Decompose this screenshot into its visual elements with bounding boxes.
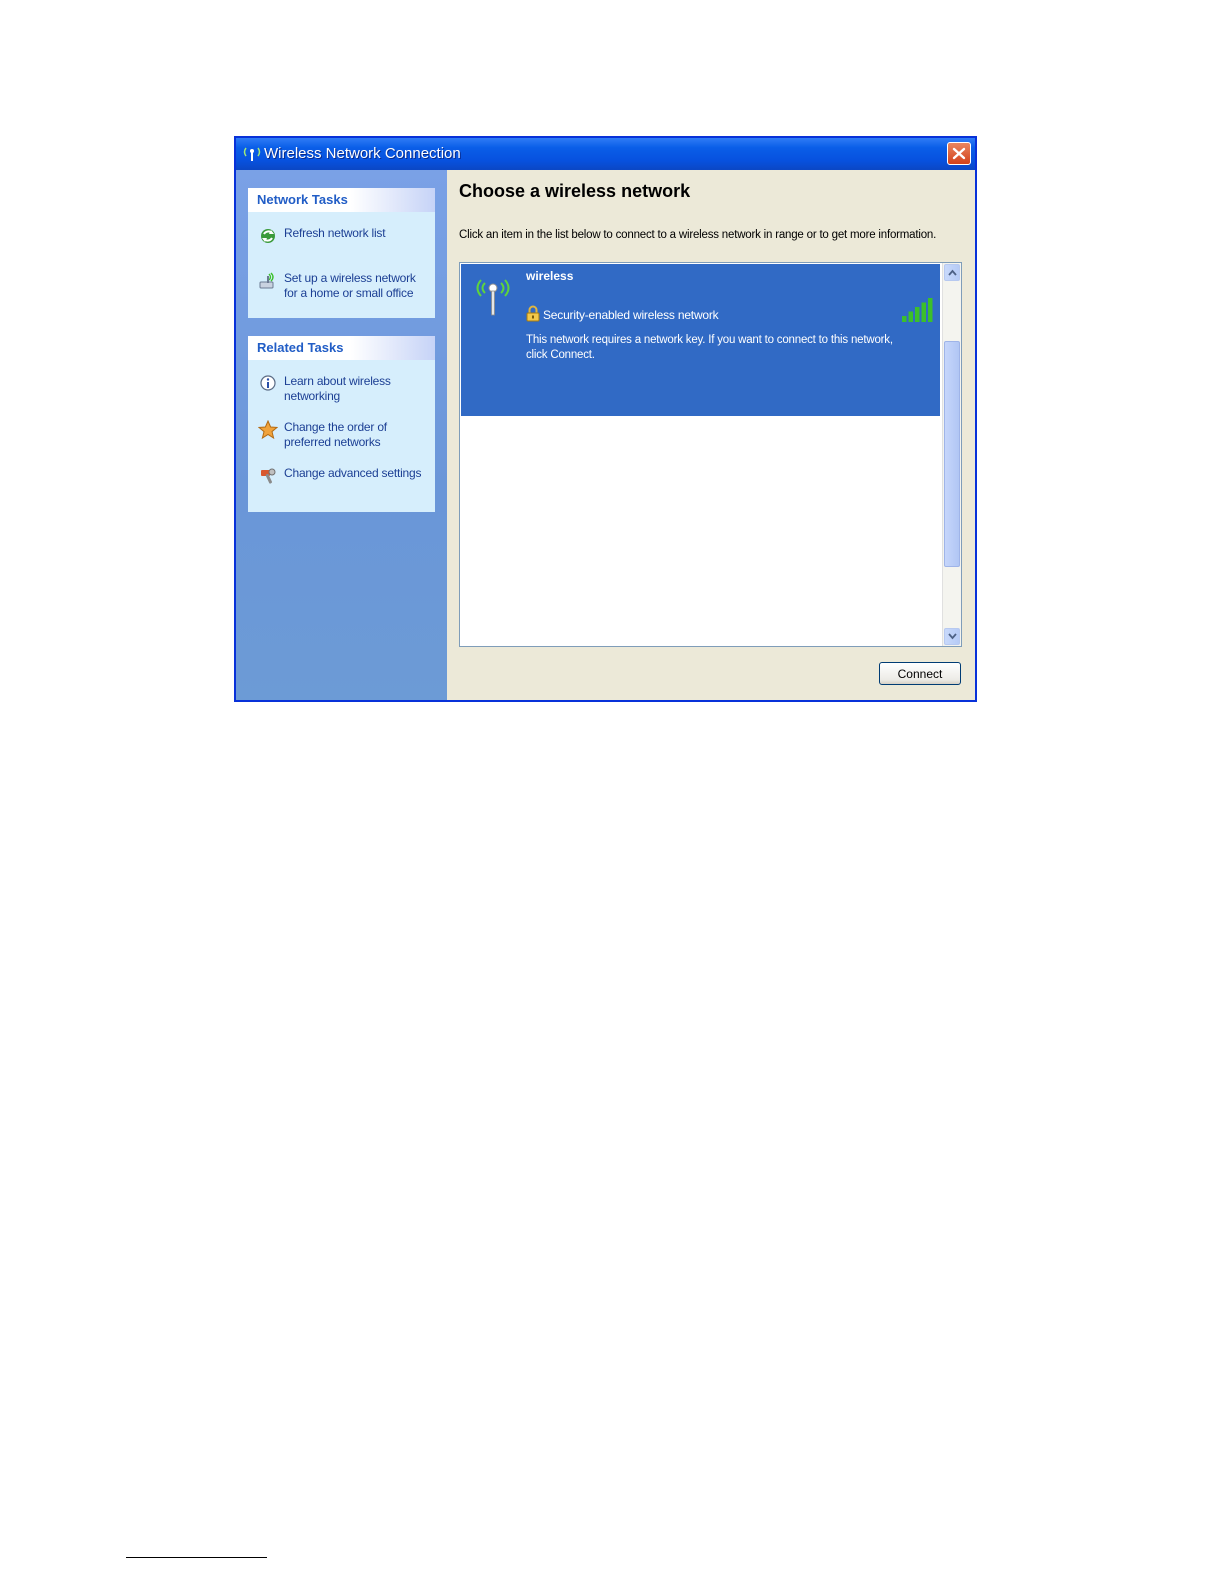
- signal-bar: [915, 307, 920, 322]
- network-security-status: Security-enabled wireless network: [543, 308, 719, 322]
- signal-bar: [921, 302, 926, 322]
- footnote-separator: [126, 1557, 267, 1558]
- scroll-down-button[interactable]: [944, 628, 960, 645]
- window-title: Wireless Network Connection: [264, 145, 461, 162]
- star-icon: [258, 420, 278, 440]
- connect-button[interactable]: Connect: [879, 662, 961, 685]
- close-button[interactable]: [947, 142, 971, 165]
- refresh-network-list-label: Refresh network list: [284, 226, 386, 240]
- task-sidebar: Network Tasks Refresh network list Set u…: [236, 170, 447, 700]
- change-advanced-settings-label: Change advanced settings: [284, 466, 422, 480]
- setup-network-icon: [259, 272, 274, 289]
- related-tasks-header: Related Tasks: [248, 336, 435, 360]
- scroll-up-button[interactable]: [944, 264, 960, 281]
- learn-about-wireless-link[interactable]: Learn about wireless networking: [258, 374, 430, 406]
- main-pane: Choose a wireless network Click an item …: [447, 170, 975, 700]
- signal-strength-icon: [902, 298, 933, 322]
- lock-icon: [526, 305, 540, 322]
- scroll-thumb[interactable]: [944, 341, 960, 567]
- setup-wireless-network-label: Set up a wireless network for a home or …: [284, 271, 416, 300]
- signal-bar: [902, 316, 907, 322]
- instructions-text: Click an item in the list below to conne…: [459, 229, 937, 241]
- chevron-down-icon: [948, 633, 957, 640]
- signal-bar: [908, 311, 913, 322]
- chevron-up-icon: [948, 269, 957, 276]
- setup-wireless-network-link[interactable]: Set up a wireless network for a home or …: [258, 271, 430, 303]
- change-preferred-order-link[interactable]: Change the order of preferred networks: [258, 420, 430, 452]
- settings-icon: [261, 468, 276, 484]
- change-preferred-order-label: Change the order of preferred networks: [284, 420, 387, 449]
- learn-about-wireless-label: Learn about wireless networking: [284, 374, 391, 403]
- network-tasks-header: Network Tasks: [248, 188, 435, 212]
- close-icon: [952, 147, 966, 160]
- change-advanced-settings-link[interactable]: Change advanced settings: [258, 466, 430, 498]
- network-list[interactable]: wireless Security-enabled wireless netwo…: [459, 262, 962, 647]
- page-title: Choose a wireless network: [459, 181, 691, 201]
- wireless-network-connection-window: Wireless Network Connection Network Task…: [234, 136, 977, 702]
- related-tasks-panel: Related Tasks Learn about wireless netwo…: [248, 336, 435, 512]
- signal-bar: [928, 298, 933, 322]
- antenna-icon: [476, 279, 510, 316]
- info-icon: [260, 375, 276, 391]
- network-name: wireless: [526, 269, 574, 283]
- network-tasks-panel: Network Tasks Refresh network list Set u…: [248, 188, 435, 318]
- refresh-network-list-link[interactable]: Refresh network list: [258, 226, 430, 246]
- network-list-item[interactable]: wireless Security-enabled wireless netwo…: [461, 264, 940, 416]
- refresh-icon: [261, 229, 275, 243]
- wireless-icon: [243, 147, 261, 161]
- network-description: This network requires a network key. If …: [526, 334, 893, 361]
- title-bar[interactable]: Wireless Network Connection: [236, 138, 975, 170]
- network-list-scrollbar[interactable]: [942, 263, 961, 646]
